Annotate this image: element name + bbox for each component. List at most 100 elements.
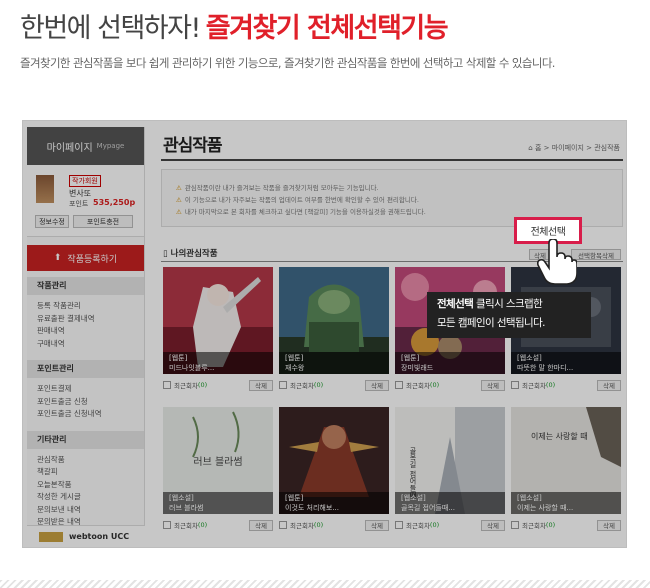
warning-icon: ⚠ (176, 208, 182, 216)
work-footer: 최근회차 (0) 삭제 (163, 518, 273, 532)
latest-episode-label: 최근회차 (406, 382, 430, 390)
latest-episode-label: 최근회차 (522, 522, 546, 530)
cover-title: 러브 블라썸 (193, 456, 242, 468)
latest-episode-label: 최근회차 (406, 522, 430, 530)
menu-item[interactable]: 판매내역 (27, 325, 144, 338)
work-card[interactable]: [웹툰] 이것도 처리해보... 최근회차 (0) 삭제 (279, 407, 389, 535)
banner-text: webtoon UCC (69, 532, 130, 541)
tooltip-bold: 전체선택 (437, 298, 474, 310)
folder-icon: ▯ (163, 249, 171, 259)
latest-episode-label: 최근회차 (174, 382, 198, 390)
menu-item[interactable]: 오늘본작품 (27, 479, 144, 492)
points-label: 포인트 (69, 200, 89, 208)
menu-item[interactable]: 포인트출금 신청내역 (27, 408, 144, 421)
work-label: [웹툰] 미드나잇블루... (163, 352, 273, 374)
avatar (36, 175, 54, 203)
work-checkbox[interactable] (163, 381, 171, 389)
page-title: 관심작품 (163, 136, 223, 156)
warning-icon: ⚠ (176, 184, 182, 192)
episode-count: (0) (545, 381, 556, 389)
charge-points-button[interactable]: 포인트충전 (73, 215, 133, 228)
edit-profile-button[interactable]: 정보수정 (35, 215, 69, 228)
episode-count: (0) (313, 381, 324, 389)
work-delete-button[interactable]: 삭제 (597, 379, 621, 391)
hand-pointer-icon (537, 239, 577, 285)
work-card[interactable]: [웹툰] 재수왕 최근회차 (0) 삭제 (279, 267, 389, 395)
episode-count: (0) (313, 521, 324, 529)
work-checkbox[interactable] (279, 381, 287, 389)
warning-icon: ⚠ (176, 196, 182, 204)
cover-title: 이제는 사랑할 때 (531, 431, 588, 441)
screenshot-frame: 마이페이지 Mypage 작가회원 변사또 포인트 535,250p 정보수정 … (22, 120, 627, 548)
work-delete-button[interactable]: 삭제 (481, 379, 505, 391)
upload-work-button[interactable]: ⬆ 작품등록하기 (27, 245, 144, 271)
home-icon: ⌂ (528, 144, 535, 152)
sidebar: 마이페이지 Mypage 작가회원 변사또 포인트 535,250p 정보수정 … (27, 127, 145, 547)
menu-title: 기타관리 (27, 430, 144, 449)
work-delete-button[interactable]: 삭제 (365, 379, 389, 391)
menu-item[interactable]: 작성한 게시글 (27, 491, 144, 504)
latest-episode-label: 최근회차 (290, 382, 314, 390)
work-label: [웹소설] 이제는 사랑할 때... (511, 492, 621, 514)
work-checkbox[interactable] (395, 521, 403, 529)
work-footer: 최근회차 (0) 삭제 (395, 378, 505, 392)
menu-item[interactable]: 구매내역 (27, 338, 144, 351)
menu-group-etc: 기타관리 관심작품 책갈피 오늘본작품 작성한 게시글 문의보낸 내역 문의받은… (27, 430, 144, 533)
menu-title: 포인트관리 (27, 360, 144, 378)
work-label: [웹소설] 러브 블라썸 (163, 492, 273, 514)
work-card[interactable]: 골목길 접어들때 [웹소설] 골목길 접어들때... 최근회차 (0) 삭제 (395, 407, 505, 535)
banner-icon (39, 531, 63, 542)
work-card[interactable]: 이제는 사랑할 때 [웹소설] 이제는 사랑할 때... 최근회차 (0) 삭제 (511, 407, 621, 535)
upload-work-label: 작품등록하기 (67, 254, 118, 265)
work-checkbox[interactable] (511, 381, 519, 389)
menu-item[interactable]: 관심작품 (27, 454, 144, 467)
profile-box: 작가회원 변사또 포인트 535,250p 정보수정 포인트충전 (27, 165, 144, 237)
work-delete-button[interactable]: 삭제 (597, 519, 621, 531)
episode-count: (0) (197, 381, 208, 389)
menu-item[interactable]: 포인트출금 신청 (27, 396, 144, 409)
points-value: 535,250p (93, 198, 136, 207)
menu-item[interactable]: 유료출판 결제내역 (27, 313, 144, 326)
work-delete-button[interactable]: 삭제 (481, 519, 505, 531)
sidebar-header: 마이페이지 Mypage (27, 127, 144, 165)
work-label: [웹소설] 따뜻한 말 한마디... (511, 352, 621, 374)
work-delete-button[interactable]: 삭제 (249, 519, 273, 531)
episode-count: (0) (429, 381, 440, 389)
sidebar-header-title: 마이페이지 (46, 142, 93, 154)
headline-part2: 즐겨찾기 전체선택기능 (205, 13, 449, 44)
sidebar-header-sub: Mypage (96, 142, 125, 150)
work-checkbox[interactable] (163, 521, 171, 529)
work-footer: 최근회차 (0) 삭제 (163, 378, 273, 392)
menu-item[interactable]: 등록 작품관리 (27, 300, 144, 313)
work-footer: 최근회차 (0) 삭제 (279, 378, 389, 392)
headline-part1: 한번에 선택하자! (20, 13, 201, 44)
webtoon-ucc-banner[interactable]: webtoon UCC (27, 525, 145, 547)
menu-title: 작품관리 (27, 277, 144, 295)
work-delete-button[interactable]: 삭제 (249, 379, 273, 391)
headline: 한번에 선택하자! 즐겨찾기 전체선택기능 (20, 6, 449, 45)
breadcrumb-text: 홈 > 마이페이지 > 관심작품 (534, 144, 620, 152)
menu-item[interactable]: 문의보낸 내역 (27, 504, 144, 517)
section-title-text: 나의관심작품 (170, 249, 218, 259)
work-delete-button[interactable]: 삭제 (365, 519, 389, 531)
work-footer: 최근회차 (0) 삭제 (279, 518, 389, 532)
menu-group-works: 작품관리 등록 작품관리 유료출판 결제내역 판매내역 구매내역 (27, 277, 144, 354)
grade-badge: 작가회원 (69, 175, 101, 187)
description: 즐겨찾기한 관심작품을 보다 쉽게 관리하기 위한 기능으로, 즐겨찾기한 관심… (20, 56, 555, 70)
latest-episode-label: 최근회차 (174, 522, 198, 530)
work-checkbox[interactable] (279, 521, 287, 529)
menu-group-points: 포인트관리 포인트결제 포인트출금 신청 포인트출금 신청내역 (27, 360, 144, 425)
work-label: [웹소설] 골목길 접어들때... (395, 492, 505, 514)
work-checkbox[interactable] (511, 521, 519, 529)
menu-item[interactable]: 포인트결제 (27, 383, 144, 396)
work-label: [웹툰] 장미빛래드 (395, 352, 505, 374)
nickname: 변사또 (69, 189, 92, 198)
episode-count: (0) (545, 521, 556, 529)
work-checkbox[interactable] (395, 381, 403, 389)
delete-selected-button[interactable]: 선택항목삭제 (571, 249, 621, 260)
menu-item[interactable]: 책갈피 (27, 466, 144, 479)
work-card[interactable]: 러브 블라썸 [웹소설] 러브 블라썸 최근회차 (0) 삭제 (163, 407, 273, 535)
work-label: [웹툰] 이것도 처리해보... (279, 492, 389, 514)
info-line: ⚠ 관심작품이란 내가 즐겨보는 작품을 즐겨찾기처럼 모아두는 기능입니다. (176, 184, 379, 192)
work-card[interactable]: [웹툰] 미드나잇블루... 최근회차 (0) 삭제 (163, 267, 273, 395)
